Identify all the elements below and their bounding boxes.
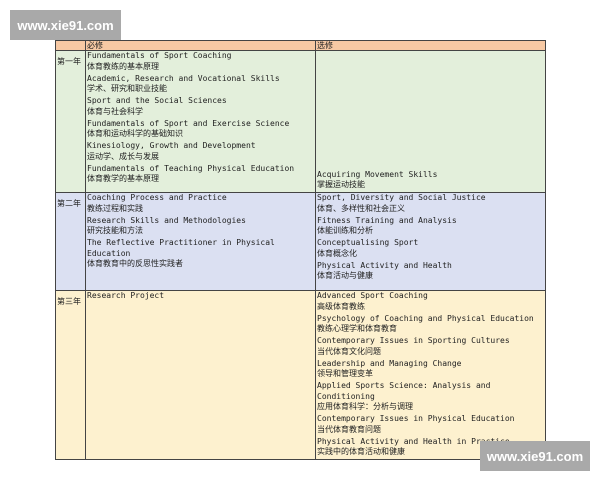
course-name-zh: 教练过程和实践 <box>87 203 143 213</box>
course-name-en: Sport, Diversity and Social Justice <box>317 193 486 202</box>
year-row: 第三年 Research Project Advanced Sport Coachi… <box>55 290 546 460</box>
year-label: 第二年 <box>55 192 86 291</box>
course-item: Kinesiology, Growth and Development 运动学、成… <box>87 141 314 162</box>
course-item: Acquiring Movement Skills 掌握运动技能 <box>317 170 544 191</box>
course-name-zh: 体能训练和分析 <box>317 226 373 235</box>
course-item: Physical Activity and Health 体育活动与健康 <box>317 261 544 282</box>
course-item: Conceptualising Sport 体育概念化 <box>317 238 544 259</box>
elective-courses: Advanced Sport Coaching 高级体育教练 Psychology … <box>315 290 546 460</box>
header-row: 必修 选修 <box>55 40 546 51</box>
course-item: Advanced Sport Coaching 高级体育教练 <box>317 291 544 312</box>
course-name-en: Coaching Process and Practice <box>87 193 227 202</box>
course-name-zh: 体育活动与健康 <box>317 271 373 280</box>
course-name-en: The Reflective Practitioner in Physical … <box>87 238 275 258</box>
course-name-en: Fundamentals of Sport and Exercise Scien… <box>87 118 290 128</box>
course-item: Applied Sports Science: Analysis and Con… <box>317 381 544 413</box>
course-name-en: Fitness Training and Analysis <box>317 215 457 225</box>
course-name-zh: 体育、多样性和社会正义 <box>317 203 405 213</box>
course-name-en: Kinesiology, Growth and Development <box>87 141 256 150</box>
course-name-zh: 领导和管理变革 <box>317 369 373 378</box>
header-required: 必修 <box>85 40 316 51</box>
course-name-en: Sport and the Social Sciences <box>87 96 227 105</box>
course-name-en: Acquiring Movement Skills <box>317 169 438 179</box>
course-item: Fundamentals of Sport Coaching 体育教练的基本原理 <box>87 51 314 72</box>
course-name-en: Research Project <box>87 291 165 300</box>
course-name-zh: 掌握运动技能 <box>317 180 365 189</box>
course-table: 必修 选修 第一年 Fundamentals of Sport Coaching 体… <box>55 40 546 460</box>
course-name-en: Contemporary Issues in Physical Educatio… <box>317 414 515 423</box>
course-name-en: Fundamentals of Teaching Physical Educat… <box>87 163 295 173</box>
required-courses: Research Project <box>85 290 316 460</box>
course-name-zh: 体育与社会科学 <box>87 106 143 116</box>
course-name-zh: 应用体育科学：分析与调理 <box>317 402 413 411</box>
elective-courses: Sport, Diversity and Social Justice 体育、多样… <box>315 192 546 291</box>
course-name-zh: 体育教学的基本原理 <box>87 174 159 183</box>
course-item: Research Project <box>87 291 314 302</box>
course-item: Leadership and Managing Change 领导和管理变革 <box>317 359 544 380</box>
course-name-zh: 运动学、成长与发展 <box>87 151 159 161</box>
course-name-en: Physical Activity and Health <box>317 260 452 270</box>
watermark-bottom: www.xie91.com <box>480 441 590 471</box>
course-item: Coaching Process and Practice 教练过程和实践 <box>87 193 314 214</box>
course-name-en: Applied Sports Science: Analysis and Con… <box>317 381 491 401</box>
course-name-zh: 教练心理学和体育教育 <box>317 324 397 333</box>
header-elective: 选修 <box>315 40 546 51</box>
course-item: Sport and the Social Sciences 体育与社会科学 <box>87 96 314 117</box>
required-courses: Coaching Process and Practice 教练过程和实践 Rese… <box>85 192 316 291</box>
year-label: 第三年 <box>55 290 86 460</box>
course-name-en: Leadership and Managing Change <box>317 358 462 368</box>
course-item: Psychology of Coaching and Physical Educ… <box>317 314 544 335</box>
course-name-en: Conceptualising Sport <box>317 238 419 247</box>
course-name-en: Research Skills and Methodologies <box>87 215 246 225</box>
course-item: Fitness Training and Analysis 体能训练和分析 <box>317 216 544 237</box>
course-name-en: Fundamentals of Sport Coaching <box>87 51 232 60</box>
course-item: Contemporary Issues in Physical Educatio… <box>317 414 544 435</box>
year-row: 第二年 Coaching Process and Practice 教练过程和实践 R… <box>55 192 546 291</box>
required-courses: Fundamentals of Sport Coaching 体育教练的基本原理 A… <box>85 50 316 193</box>
watermark-top: www.xie91.com <box>10 10 121 40</box>
course-item: The Reflective Practitioner in Physical … <box>87 238 314 270</box>
course-item: Sport, Diversity and Social Justice 体育、多样… <box>317 193 544 214</box>
course-name-zh: 体育概念化 <box>317 248 357 258</box>
header-year <box>55 40 86 51</box>
course-name-en: Contemporary Issues in Sporting Cultures <box>317 336 510 345</box>
course-item: Fundamentals of Teaching Physical Educat… <box>87 164 314 185</box>
course-name-en: Psychology of Coaching and Physical Educ… <box>317 313 534 323</box>
course-name-zh: 高级体育教练 <box>317 301 365 311</box>
elective-courses: Acquiring Movement Skills 掌握运动技能 <box>315 50 546 193</box>
course-name-zh: 体育和运动科学的基础知识 <box>87 129 183 138</box>
course-item: Fundamentals of Sport and Exercise Scien… <box>87 119 314 140</box>
course-name-en: Advanced Sport Coaching <box>317 291 428 300</box>
course-name-zh: 研究技能和方法 <box>87 226 143 235</box>
year-row: 第一年 Fundamentals of Sport Coaching 体育教练的基本… <box>55 50 546 193</box>
course-name-zh: 当代体育教育问题 <box>317 424 381 434</box>
course-item: Contemporary Issues in Sporting Cultures… <box>317 336 544 357</box>
course-item: Academic, Research and Vocational Skills… <box>87 74 314 95</box>
course-name-zh: 体育教练的基本原理 <box>87 61 159 71</box>
course-name-zh: 学术、研究和职业技能 <box>87 84 167 93</box>
course-name-zh: 当代体育文化问题 <box>317 346 381 356</box>
course-name-en: Academic, Research and Vocational Skills <box>87 73 280 83</box>
year-label: 第一年 <box>55 50 86 193</box>
course-name-zh: 体育教育中的反思性实践者 <box>87 259 183 268</box>
course-item: Research Skills and Methodologies 研究技能和方法 <box>87 216 314 237</box>
